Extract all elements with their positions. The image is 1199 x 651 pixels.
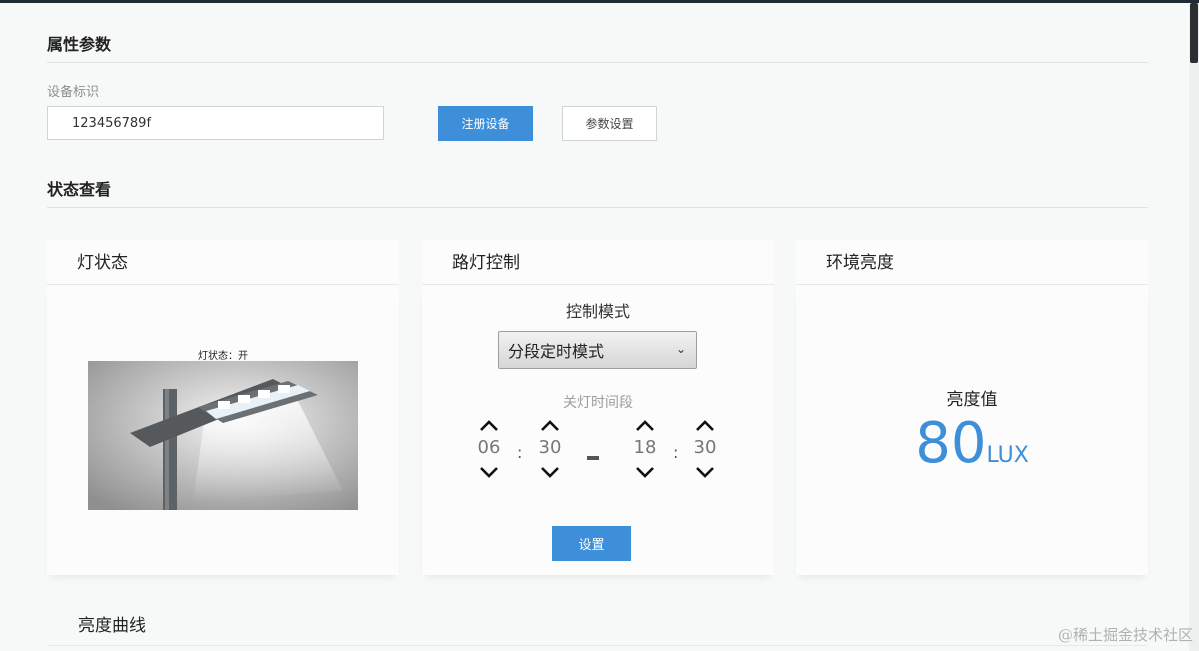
brightness-unit: LUX xyxy=(986,443,1029,468)
chevron-down-icon[interactable] xyxy=(472,462,506,482)
register-device-button[interactable]: 注册设备 xyxy=(438,106,533,141)
status-section-title: 状态查看 xyxy=(47,180,112,199)
start-hour-spinner: 06 xyxy=(472,416,506,482)
time-colon: : xyxy=(673,443,679,462)
start-hour-value[interactable]: 06 xyxy=(472,436,506,462)
params-section-title: 属性参数 xyxy=(47,35,112,54)
chevron-down-icon[interactable] xyxy=(628,462,662,482)
lamp-status-card: 灯状态 灯状态：开 xyxy=(47,240,399,575)
chevron-down-icon[interactable] xyxy=(533,462,567,482)
card-header: 环境亮度 xyxy=(796,240,1148,285)
brightness-value-label: 亮度值 xyxy=(946,390,998,410)
window-top-border xyxy=(0,0,1199,3)
card-header: 灯状态 xyxy=(47,240,399,285)
chevron-up-icon[interactable] xyxy=(472,416,506,436)
brightness-number: 80 xyxy=(915,411,987,476)
end-minute-value[interactable]: 30 xyxy=(688,436,722,462)
range-dash xyxy=(587,456,599,460)
divider xyxy=(47,645,1148,646)
card-header: 路灯控制 xyxy=(422,240,774,285)
card-body: 灯状态：开 xyxy=(47,285,399,575)
chevron-up-icon[interactable] xyxy=(533,416,567,436)
lamp-control-card: 路灯控制 控制模式 分段定时模式 ⌄ 关灯时间段 06 : 30 18 : 30… xyxy=(422,240,774,575)
watermark: @稀土掘金技术社区 xyxy=(1057,626,1193,644)
lamp-status-title: 灯状态 xyxy=(77,253,128,273)
control-mode-select[interactable]: 分段定时模式 ⌄ xyxy=(498,331,697,369)
end-minute-spinner: 30 xyxy=(688,416,722,482)
scrollbar[interactable] xyxy=(1189,3,1199,651)
brightness-reading: 80LUX xyxy=(796,411,1148,476)
off-period-label: 关灯时间段 xyxy=(563,395,633,411)
lamp-control-title: 路灯控制 xyxy=(452,253,520,273)
lamp-state-caption: 灯状态：开 xyxy=(198,351,248,362)
end-hour-value[interactable]: 18 xyxy=(628,436,662,462)
ambient-brightness-card: 环境亮度 亮度值 80LUX xyxy=(796,240,1148,575)
control-mode-value: 分段定时模式 xyxy=(508,342,605,361)
chevron-up-icon[interactable] xyxy=(628,416,662,436)
device-id-input[interactable] xyxy=(47,106,384,140)
chevron-up-icon[interactable] xyxy=(688,416,722,436)
card-body: 亮度值 80LUX xyxy=(796,285,1148,575)
street-lamp-image xyxy=(88,361,358,510)
ambient-brightness-title: 环境亮度 xyxy=(826,253,894,273)
end-hour-spinner: 18 xyxy=(628,416,662,482)
brightness-curve-title: 亮度曲线 xyxy=(78,616,146,636)
divider xyxy=(47,62,1148,63)
card-body: 控制模式 分段定时模式 ⌄ 关灯时间段 06 : 30 18 : 30 设置 xyxy=(422,285,774,575)
device-id-label: 设备标识 xyxy=(47,85,100,100)
set-schedule-button[interactable]: 设置 xyxy=(552,526,631,561)
start-minute-value[interactable]: 30 xyxy=(533,436,567,462)
param-settings-button[interactable]: 参数设置 xyxy=(562,106,657,141)
scrollbar-thumb[interactable] xyxy=(1190,3,1198,63)
control-mode-label: 控制模式 xyxy=(565,302,630,321)
chevron-down-icon: ⌄ xyxy=(675,342,686,356)
start-minute-spinner: 30 xyxy=(533,416,567,482)
divider xyxy=(47,207,1148,208)
time-colon: : xyxy=(517,443,523,462)
chevron-down-icon[interactable] xyxy=(688,462,722,482)
